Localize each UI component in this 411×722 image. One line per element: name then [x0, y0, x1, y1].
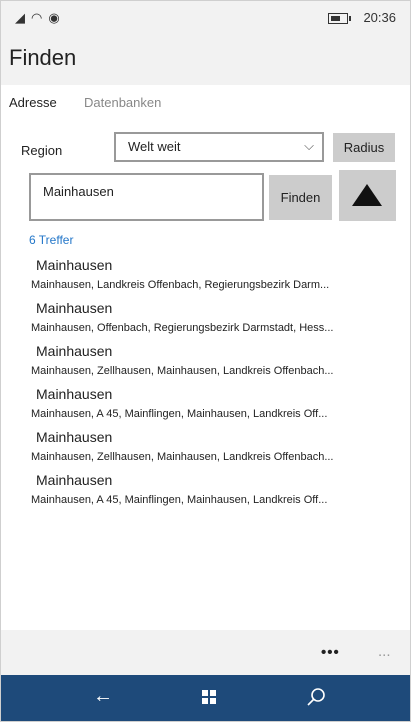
result-count: 6 Treffer — [29, 233, 74, 247]
navigation-bar: ← — [1, 675, 410, 721]
battery-icon — [328, 13, 351, 24]
back-arrow-icon[interactable]: ← — [93, 685, 113, 708]
result-title: Mainhausen — [36, 386, 113, 402]
result-subtitle: Mainhausen, Zellhausen, Mainhausen, Land… — [31, 451, 334, 463]
status-bar: ◢ ◠ ◉ 20:36 — [1, 1, 410, 35]
result-subtitle: Mainhausen, Zellhausen, Mainhausen, Land… — [31, 365, 334, 377]
result-title: Mainhausen — [36, 343, 113, 359]
main-content: Adresse Datenbanken Region Welt weit ⌵ R… — [1, 85, 410, 630]
list-item[interactable]: Mainhausen Mainhausen, A 45, Mainflingen… — [1, 472, 410, 515]
list-item[interactable]: Mainhausen Mainhausen, Zellhausen, Mainh… — [1, 429, 410, 472]
result-title: Mainhausen — [36, 429, 113, 445]
find-button[interactable]: Finden — [269, 175, 332, 220]
result-subtitle: Mainhausen, A 45, Mainflingen, Mainhause… — [31, 494, 328, 506]
list-item[interactable]: Mainhausen Mainhausen, Landkreis Offenba… — [1, 257, 410, 300]
status-icons: ◢ ◠ ◉ — [15, 10, 66, 26]
triangle-up-icon — [352, 184, 382, 206]
chevron-down-icon: ⌵ — [304, 138, 314, 153]
windows-icon[interactable] — [202, 690, 216, 704]
list-item[interactable]: Mainhausen Mainhausen, Zellhausen, Mainh… — [1, 343, 410, 386]
list-item[interactable]: Mainhausen Mainhausen, A 45, Mainflingen… — [1, 386, 410, 429]
phone-frame: ◢ ◠ ◉ 20:36 Finden Adresse Datenbanken Reg… — [0, 0, 411, 722]
page-title: Finden — [9, 45, 77, 70]
result-subtitle: Mainhausen, Landkreis Offenbach, Regieru… — [31, 279, 330, 291]
results-list: Mainhausen Mainhausen, Landkreis Offenba… — [1, 257, 410, 515]
result-title: Mainhausen — [36, 300, 113, 316]
tab-adresse[interactable]: Adresse — [9, 95, 57, 110]
status-time: 20:36 — [363, 10, 396, 25]
title-bar: Finden — [1, 35, 410, 85]
more-options-button[interactable]: ... — [378, 643, 391, 660]
result-subtitle: Mainhausen, A 45, Mainflingen, Mainhause… — [31, 408, 328, 420]
search-input[interactable]: Mainhausen — [29, 173, 264, 221]
app-bar: ••• ... — [1, 630, 410, 675]
region-selected-value: Welt weit — [128, 139, 181, 154]
search-input-value: Mainhausen — [43, 184, 114, 199]
list-item[interactable]: Mainhausen Mainhausen, Offenbach, Regier… — [1, 300, 410, 343]
radius-button[interactable]: Radius — [333, 133, 395, 162]
result-subtitle: Mainhausen, Offenbach, Regierungsbezirk … — [31, 322, 334, 334]
search-icon[interactable] — [306, 687, 326, 707]
location-icon: ◉ — [48, 10, 60, 25]
tab-datenbanken[interactable]: Datenbanken — [84, 95, 161, 110]
region-label: Region — [21, 143, 63, 158]
result-title: Mainhausen — [36, 257, 113, 273]
app-bar-dots-button[interactable]: ••• — [321, 644, 340, 661]
result-title: Mainhausen — [36, 472, 113, 488]
up-arrow-button[interactable] — [339, 170, 396, 221]
wifi-icon: ◠ — [31, 10, 43, 25]
region-select[interactable]: Welt weit ⌵ — [114, 132, 324, 162]
signal-icon: ◢ — [15, 10, 25, 25]
